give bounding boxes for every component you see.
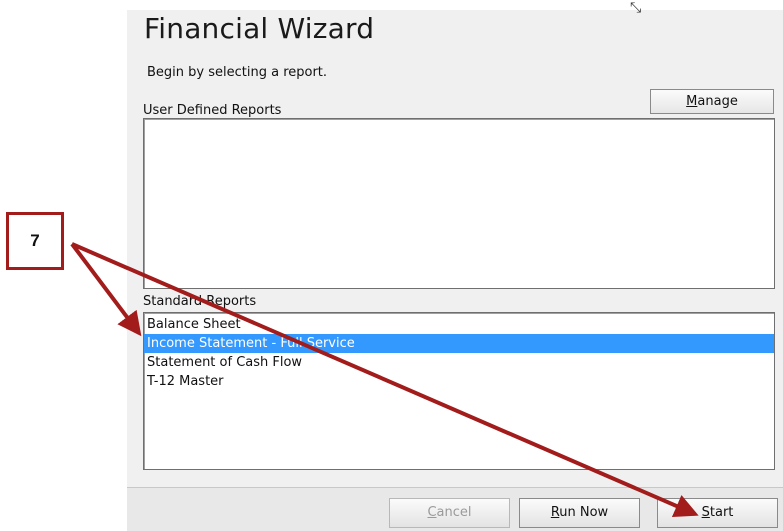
run-now-button[interactable]: Run Now [519,498,640,528]
step-number-badge: 7 [6,212,64,270]
financial-wizard-window: Financial Wizard ⤡ Begin by selecting a … [127,0,783,531]
list-item[interactable]: T-12 Master [144,372,774,391]
cancel-button[interactable]: Cancel [389,498,510,528]
standard-reports-label: Standard Reports [143,294,257,309]
user-defined-reports-label: User Defined Reports [143,103,282,118]
window-top-strip [127,0,783,10]
user-defined-reports-list[interactable] [143,118,775,289]
start-button[interactable]: Start [657,498,778,528]
instruction-text: Begin by selecting a report. [147,65,328,80]
page-title: Financial Wizard [144,12,375,45]
mouse-cursor-icon: ⤡ [630,0,642,16]
list-item[interactable]: Balance Sheet [144,315,774,334]
standard-reports-list[interactable]: Balance Sheet Income Statement - Full Se… [143,312,775,470]
list-item-selected[interactable]: Income Statement - Full Service [144,334,774,353]
list-item[interactable]: Statement of Cash Flow [144,353,774,372]
footer-bar: Cancel Run Now Start [127,488,783,531]
manage-button[interactable]: Manage [650,89,774,114]
